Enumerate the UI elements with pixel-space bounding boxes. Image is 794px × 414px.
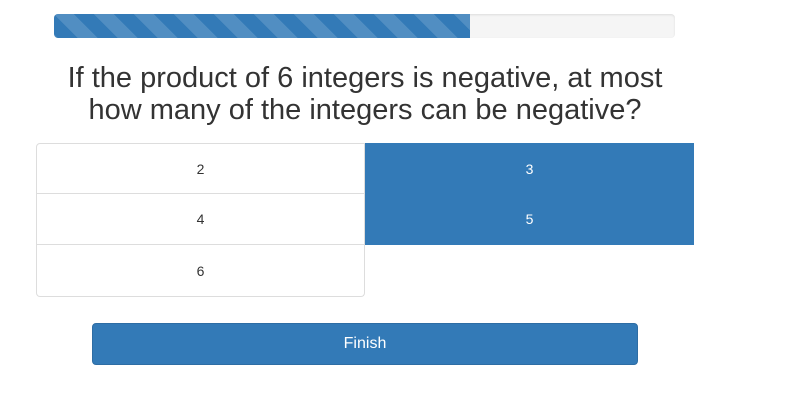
answer-option-6[interactable]: 6 — [36, 245, 365, 297]
answer-option-3[interactable]: 3 — [365, 143, 694, 194]
answer-option-5[interactable]: 5 — [365, 194, 694, 245]
answer-option-label: 5 — [525, 211, 534, 227]
answer-option-label: 6 — [196, 262, 205, 279]
answer-option-label: 2 — [196, 160, 205, 177]
progress-bar-track — [54, 14, 675, 38]
question-text: If the product of 6 integers is negative… — [20, 62, 710, 126]
answer-option-2[interactable]: 2 — [36, 143, 365, 194]
answer-option-label: 4 — [196, 211, 205, 227]
finish-button[interactable]: Finish — [92, 323, 638, 365]
answer-option-4[interactable]: 4 — [36, 194, 365, 245]
question-line-2: how many of the integers can be negative… — [88, 94, 642, 126]
progress-bar-fill — [54, 14, 471, 38]
question-line-1: If the product of 6 integers is negative… — [67, 62, 663, 94]
answer-option-label: 3 — [525, 160, 534, 177]
